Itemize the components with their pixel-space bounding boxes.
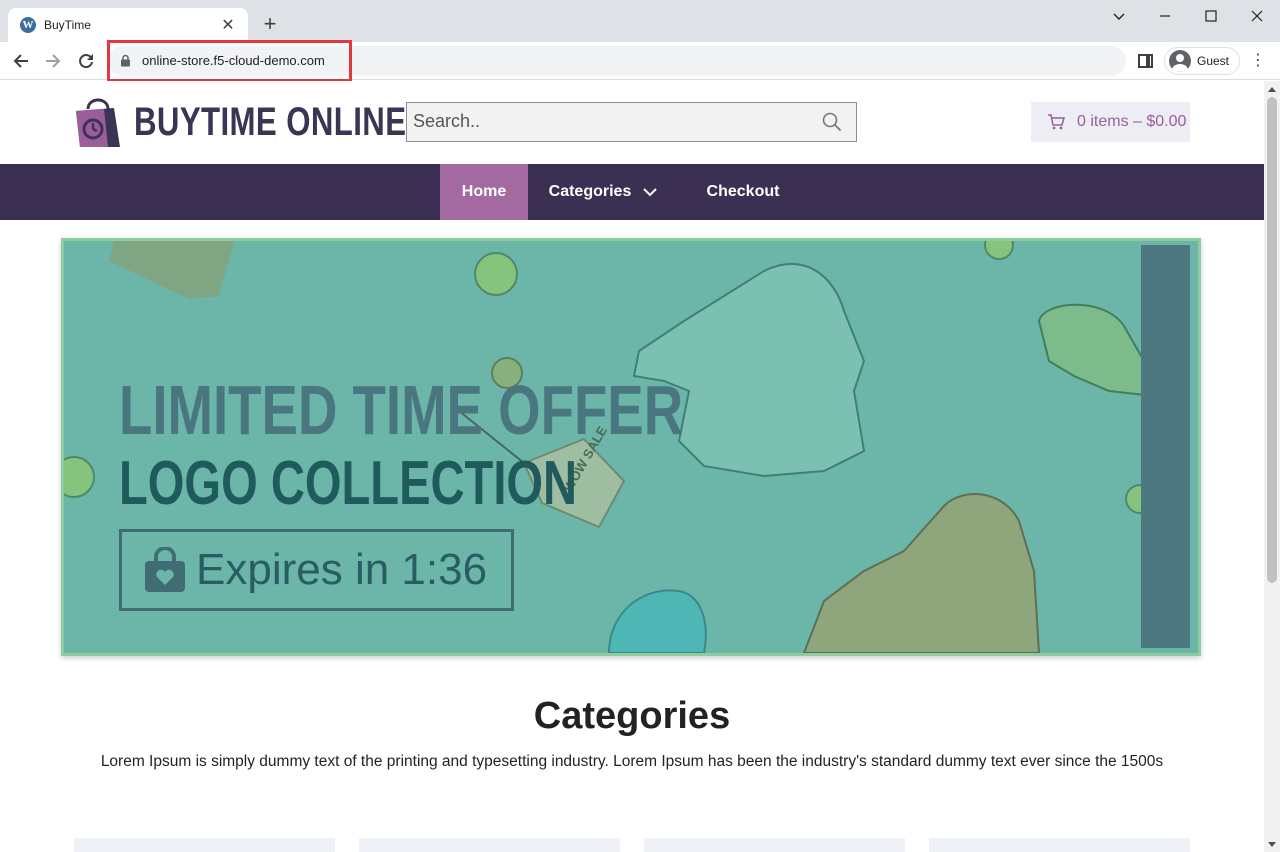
- kebab-menu-icon[interactable]: ⋮: [1250, 52, 1266, 70]
- reload-icon[interactable]: [73, 48, 99, 74]
- category-card[interactable]: [644, 838, 905, 852]
- categories-heading: Categories: [533, 695, 731, 737]
- scroll-down-arrow-icon[interactable]: [1268, 842, 1276, 847]
- browser-tabstrip: W BuyTime ✕ +: [0, 0, 1280, 42]
- main-navigation: Home Categories Checkout: [0, 164, 1264, 220]
- category-card[interactable]: [74, 838, 335, 852]
- chevron-down-icon[interactable]: [1096, 4, 1142, 28]
- tab-title: BuyTime: [44, 18, 91, 32]
- search-input[interactable]: Search..: [413, 111, 480, 132]
- profile-button[interactable]: Guest: [1164, 47, 1240, 75]
- side-panel-icon[interactable]: [1138, 54, 1153, 68]
- promo-banner[interactable]: WOW SALE LIMITED TIME OFFER LOGO COLLECT…: [61, 238, 1201, 656]
- maximize-icon[interactable]: [1188, 4, 1234, 28]
- logo-text: BUYTIME ONLINE: [134, 99, 407, 144]
- category-card[interactable]: [929, 838, 1190, 852]
- category-card[interactable]: [359, 838, 620, 852]
- page-viewport: BUYTIME ONLINE Search.. 0 items – $0.00 …: [0, 81, 1264, 852]
- locked-bag-icon: [145, 547, 185, 592]
- categories-description: Lorem Ipsum is simply dummy text of the …: [100, 753, 1164, 770]
- nav-categories-label: Categories: [548, 183, 632, 200]
- cart-button[interactable]: 0 items – $0.00: [1031, 102, 1190, 142]
- nav-home[interactable]: Home: [440, 164, 528, 220]
- forward-icon[interactable]: [40, 48, 66, 74]
- banner-subheadline: LOGO COLLECTION: [119, 449, 578, 518]
- nav-checkout[interactable]: Checkout: [690, 164, 796, 220]
- search-icon[interactable]: [822, 112, 842, 137]
- scroll-up-arrow-icon[interactable]: [1268, 87, 1276, 92]
- cart-summary: 0 items – $0.00: [1077, 113, 1187, 130]
- plus-icon[interactable]: +: [258, 12, 282, 36]
- nav-categories[interactable]: Categories: [528, 164, 678, 220]
- scroll-thumb[interactable]: [1267, 97, 1277, 583]
- profile-name: Guest: [1197, 54, 1230, 68]
- site-header: BUYTIME ONLINE Search.. 0 items – $0.00: [0, 81, 1264, 164]
- banner-headline: LIMITED TIME OFFER: [119, 371, 684, 449]
- minimize-icon[interactable]: [1142, 4, 1188, 28]
- expires-countdown: Expires in 1:36: [119, 529, 514, 611]
- browser-tab[interactable]: W BuyTime ✕: [8, 8, 248, 42]
- wordpress-favicon: W: [20, 17, 36, 33]
- expires-text: Expires in 1:36: [196, 545, 488, 594]
- shopping-bag-logo-icon: [76, 98, 120, 147]
- cart-icon: [1048, 114, 1065, 130]
- search-box[interactable]: Search..: [406, 102, 857, 142]
- chevron-down-icon: [643, 188, 658, 197]
- url-highlight-box: [107, 40, 352, 82]
- banner-side-stripe: [1141, 245, 1190, 648]
- avatar-icon: [1169, 50, 1191, 72]
- close-window-icon[interactable]: [1234, 4, 1280, 28]
- back-icon[interactable]: [8, 48, 34, 74]
- close-icon[interactable]: ✕: [218, 15, 238, 35]
- page-scrollbar[interactable]: [1264, 81, 1280, 852]
